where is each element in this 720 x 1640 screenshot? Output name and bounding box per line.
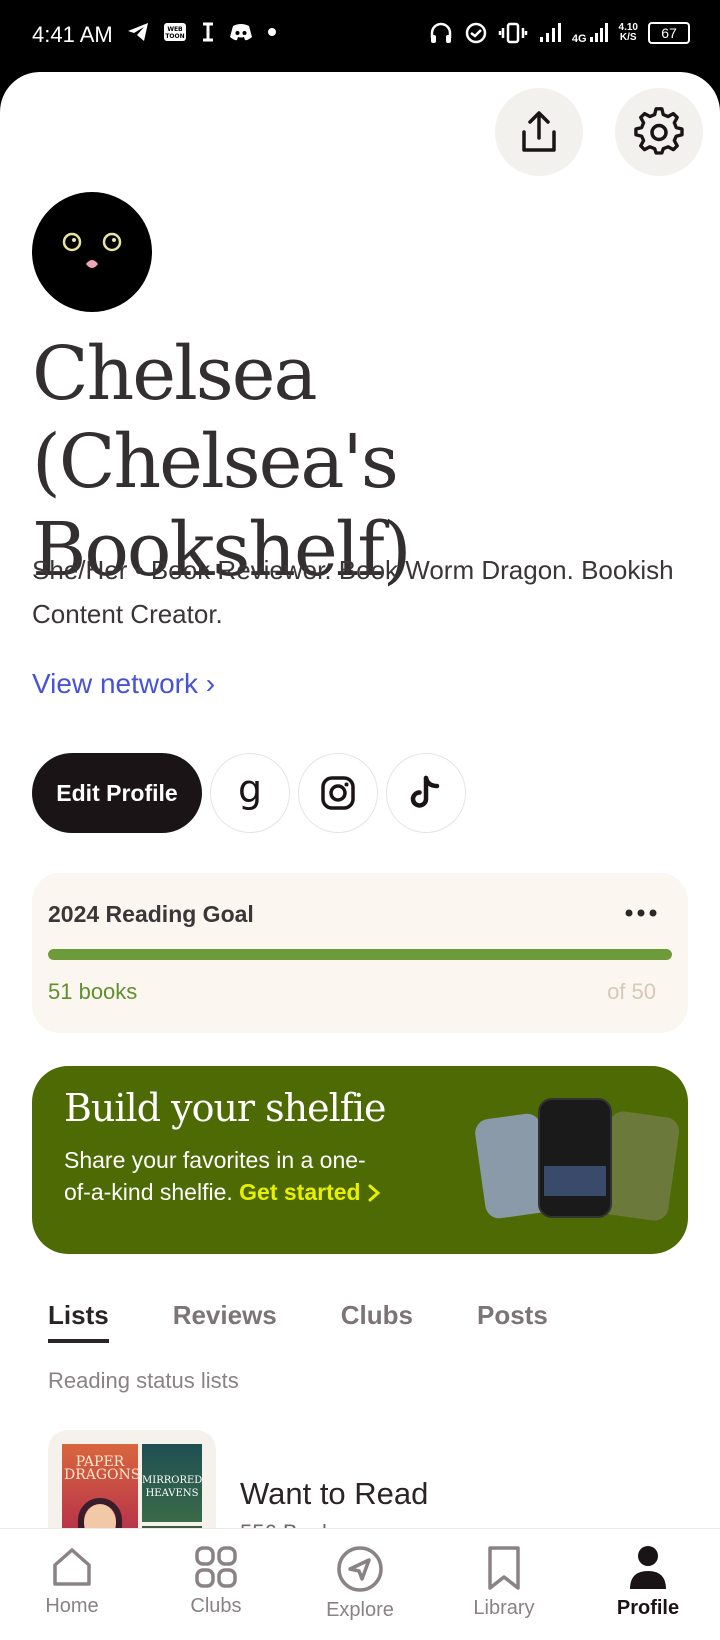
edit-profile-button[interactable]: Edit Profile: [32, 753, 202, 833]
reading-goal-progress: [48, 949, 672, 960]
sync-icon: [465, 22, 487, 44]
reading-goal-title: 2024 Reading Goal: [48, 901, 254, 927]
discord-icon: [230, 24, 252, 41]
person-icon: [630, 1546, 666, 1589]
svg-text:TOON: TOON: [165, 33, 184, 40]
status-time: 4:41 AM: [32, 22, 113, 47]
profile-sheet: Chelsea (Chelsea's Bookshelf) She/Her • …: [0, 72, 720, 1640]
webtoon-icon: WEBTOON: [164, 23, 186, 41]
books-read-count: 51 books: [48, 979, 138, 1004]
list-title[interactable]: Want to Read: [240, 1476, 428, 1512]
clubs-grid-icon: [195, 1546, 237, 1588]
book-cover: MIRRORED HEAVENS: [142, 1444, 202, 1522]
nav-profile[interactable]: Profile: [576, 1529, 720, 1640]
tiktok-icon: [410, 775, 440, 808]
instagram-icon: [321, 776, 355, 810]
battery-icon: 67: [648, 22, 690, 44]
share-icon: [522, 111, 556, 152]
view-network-link[interactable]: View network ›: [32, 668, 215, 700]
dot-icon: [268, 28, 276, 36]
reading-goal-progress-fill: [48, 949, 672, 960]
section-label: Reading status lists: [48, 1368, 239, 1393]
profile-tabs: Lists Reviews Clubs Posts: [48, 1300, 612, 1343]
tiktok-link[interactable]: [386, 753, 466, 833]
notification-icons: WEB TOON: [126, 20, 278, 44]
get-started-link[interactable]: Get started: [239, 1179, 381, 1205]
text-icon: [203, 22, 213, 42]
nav-explore[interactable]: Explore: [288, 1529, 432, 1640]
headphones-icon: [430, 22, 452, 43]
nav-library[interactable]: Library: [432, 1529, 576, 1640]
shelfie-banner[interactable]: Build your shelfie Share your favorites …: [32, 1066, 688, 1254]
gear-icon: [634, 107, 684, 155]
avatar-image: [62, 232, 122, 268]
nav-home[interactable]: Home: [0, 1529, 144, 1640]
svg-text:WEB: WEB: [167, 26, 183, 33]
status-bar: 4:41 AM WEB TOON 4G 4.10 K/S 67: [0, 0, 720, 72]
goal-total: of 50: [607, 979, 656, 1004]
bottom-navigation: Home Clubs Explore Library Profile: [0, 1528, 720, 1640]
signal-4g-icon: 4G: [572, 22, 609, 45]
avatar[interactable]: [32, 192, 152, 312]
instagram-link[interactable]: [298, 753, 378, 833]
profile-bio: She/Her • Book Reviewer. Book Worm Drago…: [32, 555, 674, 629]
nav-clubs[interactable]: Clubs: [144, 1529, 288, 1640]
reading-goal-card[interactable]: 2024 Reading Goal 51 books of 50: [32, 873, 688, 1033]
more-options-button[interactable]: [624, 893, 658, 925]
tab-clubs[interactable]: Clubs: [341, 1300, 413, 1343]
tab-posts[interactable]: Posts: [477, 1300, 548, 1343]
home-icon: [53, 1548, 91, 1586]
compass-icon: [337, 1546, 383, 1592]
network-speed: 4.10 K/S: [618, 22, 638, 43]
tab-lists[interactable]: Lists: [48, 1300, 109, 1343]
shelfie-description: Share your favorites in a one-of-a-kind …: [64, 1144, 384, 1208]
chevron-right-icon: [368, 1184, 381, 1202]
settings-button[interactable]: [615, 88, 703, 176]
goodreads-icon: g: [237, 767, 263, 811]
system-icons: 4G 4.10 K/S 67: [428, 20, 690, 46]
more-horizontal-icon: [625, 909, 657, 917]
signal-icon: [539, 23, 561, 42]
shelfie-title: Build your shelfie: [64, 1086, 386, 1130]
tab-reviews[interactable]: Reviews: [173, 1300, 277, 1343]
telegram-icon: [128, 23, 148, 41]
share-button[interactable]: [495, 88, 583, 176]
goodreads-link[interactable]: g: [210, 753, 290, 833]
vibrate-icon: [498, 22, 528, 44]
bookmark-icon: [488, 1546, 520, 1590]
